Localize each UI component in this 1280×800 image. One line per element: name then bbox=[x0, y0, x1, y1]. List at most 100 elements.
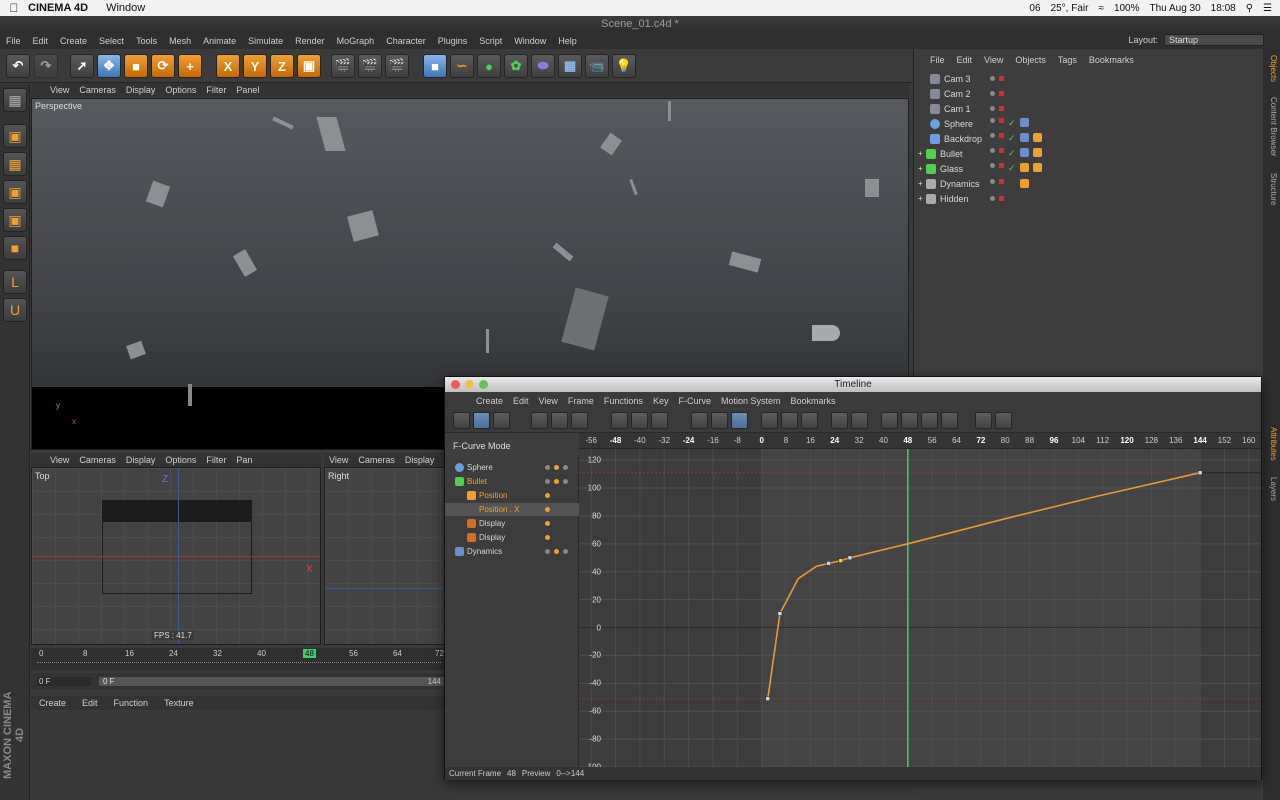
edges-mode-icon[interactable]: ▣ bbox=[3, 208, 27, 232]
status-item[interactable]: 06 bbox=[1029, 3, 1040, 14]
apple-icon[interactable]:  bbox=[0, 1, 28, 15]
battery-status[interactable]: 100% bbox=[1114, 3, 1140, 14]
tree-item-bullet[interactable]: Bullet bbox=[445, 475, 579, 488]
top-viewport[interactable]: Top Z X FPS : 41.7 bbox=[31, 467, 321, 645]
object-row-cam2[interactable]: Cam 2 bbox=[918, 86, 1258, 101]
layer-icon[interactable] bbox=[881, 412, 898, 429]
axis-mode-icon[interactable]: L bbox=[3, 270, 27, 294]
sound-icon[interactable] bbox=[975, 412, 992, 429]
record-key-icon[interactable] bbox=[631, 412, 648, 429]
object-row-sphere[interactable]: Sphere ✓ bbox=[918, 116, 1258, 131]
key-tool-icon[interactable] bbox=[551, 412, 568, 429]
material-manager[interactable] bbox=[31, 711, 445, 800]
current-frame-field[interactable]: 0 F bbox=[37, 676, 91, 686]
expand-icon[interactable]: + bbox=[918, 149, 926, 158]
tree-item-display-2[interactable]: Display bbox=[445, 531, 579, 544]
menu-tools[interactable]: Tools bbox=[130, 36, 163, 46]
tab-content-browser[interactable]: Content Browser bbox=[1265, 97, 1278, 157]
bullet-object[interactable] bbox=[812, 325, 840, 341]
tl-menu-edit[interactable]: Edit bbox=[508, 396, 534, 406]
tree-item-position[interactable]: Position bbox=[445, 489, 579, 502]
expand-icon[interactable]: + bbox=[918, 164, 926, 173]
motion-mode-icon[interactable] bbox=[493, 412, 510, 429]
right-menu-display[interactable]: Display bbox=[400, 455, 440, 465]
interpolation-icon[interactable] bbox=[711, 412, 728, 429]
range-slider-start[interactable]: 0 F bbox=[99, 676, 445, 686]
tree-item-position-x[interactable]: Position . X bbox=[445, 503, 579, 516]
mat-menu-function[interactable]: Function bbox=[106, 698, 157, 708]
right-menu-view[interactable]: View bbox=[324, 455, 353, 465]
object-row-cam3[interactable]: Cam 3 bbox=[918, 71, 1258, 86]
tangent-icon[interactable] bbox=[761, 412, 778, 429]
tangent-icon[interactable] bbox=[781, 412, 798, 429]
obj-menu-view[interactable]: View bbox=[978, 55, 1009, 65]
obj-menu-file[interactable]: File bbox=[924, 55, 951, 65]
object-row-backdrop[interactable]: Backdrop ✓ bbox=[918, 131, 1258, 146]
record-key-icon[interactable] bbox=[611, 412, 628, 429]
texture-mode-icon[interactable]: ▦ bbox=[3, 152, 27, 176]
undo-icon[interactable]: ↶ bbox=[6, 54, 30, 78]
add-tool-icon[interactable]: + bbox=[178, 54, 202, 78]
mat-menu-create[interactable]: Create bbox=[31, 698, 74, 708]
tl-menu-view[interactable]: View bbox=[534, 396, 563, 406]
x-axis-icon[interactable]: X bbox=[216, 54, 240, 78]
layer-icon[interactable] bbox=[921, 412, 938, 429]
spotlight-icon[interactable]: ⚲ bbox=[1246, 3, 1253, 14]
tl-menu-motion-system[interactable]: Motion System bbox=[716, 396, 786, 406]
vp-menu-options[interactable]: Options bbox=[160, 85, 201, 95]
tl-menu-functions[interactable]: Functions bbox=[599, 396, 648, 406]
light-icon[interactable]: 💡 bbox=[612, 54, 636, 78]
menu-window[interactable]: Window bbox=[508, 36, 552, 46]
sound-icon[interactable] bbox=[995, 412, 1012, 429]
obj-menu-bookmarks[interactable]: Bookmarks bbox=[1083, 55, 1140, 65]
interpolation-icon[interactable] bbox=[731, 412, 748, 429]
tangent-icon[interactable] bbox=[801, 412, 818, 429]
z-axis-icon[interactable]: Z bbox=[270, 54, 294, 78]
cube-primitive-icon[interactable]: ■ bbox=[423, 54, 447, 78]
vp-menu-view[interactable]: View bbox=[45, 85, 74, 95]
dopesheet-mode-icon[interactable] bbox=[453, 412, 470, 429]
expand-icon[interactable]: + bbox=[918, 194, 926, 203]
camera-icon[interactable]: 📹 bbox=[585, 54, 609, 78]
menu-create[interactable]: Create bbox=[54, 36, 93, 46]
top-menu-cameras[interactable]: Cameras bbox=[74, 455, 121, 465]
key-tool-icon[interactable] bbox=[531, 412, 548, 429]
y-axis-icon[interactable]: Y bbox=[243, 54, 267, 78]
floor-icon[interactable]: ▦ bbox=[558, 54, 582, 78]
top-menu-options[interactable]: Options bbox=[160, 455, 201, 465]
deformer-icon[interactable]: ⬬ bbox=[531, 54, 555, 78]
tab-attributes[interactable]: Attributes bbox=[1265, 427, 1278, 461]
spline-icon[interactable]: ∽ bbox=[450, 54, 474, 78]
expand-icon[interactable]: + bbox=[918, 179, 926, 188]
menu-file[interactable]: File bbox=[0, 36, 27, 46]
select-tool-icon[interactable]: ➚ bbox=[70, 54, 94, 78]
interpolation-icon[interactable] bbox=[691, 412, 708, 429]
menu-character[interactable]: Character bbox=[380, 36, 432, 46]
tree-item-sphere[interactable]: Sphere bbox=[445, 461, 579, 474]
current-frame-marker[interactable]: 48 bbox=[303, 649, 316, 658]
frame-selected-icon[interactable] bbox=[851, 412, 868, 429]
tl-menu-fcurve[interactable]: F-Curve bbox=[673, 396, 716, 406]
timeline-ruler[interactable]: -56 -48 -40 -32 -24 -16 -8 0 8 16 24 32 40 48 56 64 72 80… bbox=[579, 433, 1261, 449]
object-row-cam1[interactable]: Cam 1 bbox=[918, 101, 1258, 116]
obj-menu-objects[interactable]: Objects bbox=[1009, 55, 1052, 65]
snap-magnet-icon[interactable]: U bbox=[3, 298, 27, 322]
tl-menu-frame[interactable]: Frame bbox=[563, 396, 599, 406]
top-menu-display[interactable]: Display bbox=[121, 455, 161, 465]
wifi-icon[interactable]: ≈ bbox=[1098, 3, 1104, 14]
list-icon[interactable]: ☰ bbox=[1263, 3, 1272, 14]
menu-mesh[interactable]: Mesh bbox=[163, 36, 197, 46]
move-tool-icon[interactable]: ✥ bbox=[97, 54, 121, 78]
tree-item-dynamics[interactable]: Dynamics bbox=[445, 545, 579, 558]
key-tool-icon[interactable] bbox=[571, 412, 588, 429]
record-key-icon[interactable] bbox=[651, 412, 668, 429]
mini-timeline[interactable]: 0 8 16 24 32 40 56 64 72 48 bbox=[31, 648, 445, 670]
render-settings-icon[interactable]: 🎬 bbox=[385, 54, 409, 78]
scale-tool-icon[interactable]: ■ bbox=[124, 54, 148, 78]
mat-menu-texture[interactable]: Texture bbox=[156, 698, 202, 708]
right-menu-cameras[interactable]: Cameras bbox=[353, 455, 400, 465]
tab-structure[interactable]: Structure bbox=[1265, 173, 1278, 205]
redo-icon[interactable]: ↷ bbox=[34, 54, 58, 78]
top-menu-filter[interactable]: Filter bbox=[201, 455, 231, 465]
right-viewport[interactable]: Right bbox=[324, 467, 446, 645]
